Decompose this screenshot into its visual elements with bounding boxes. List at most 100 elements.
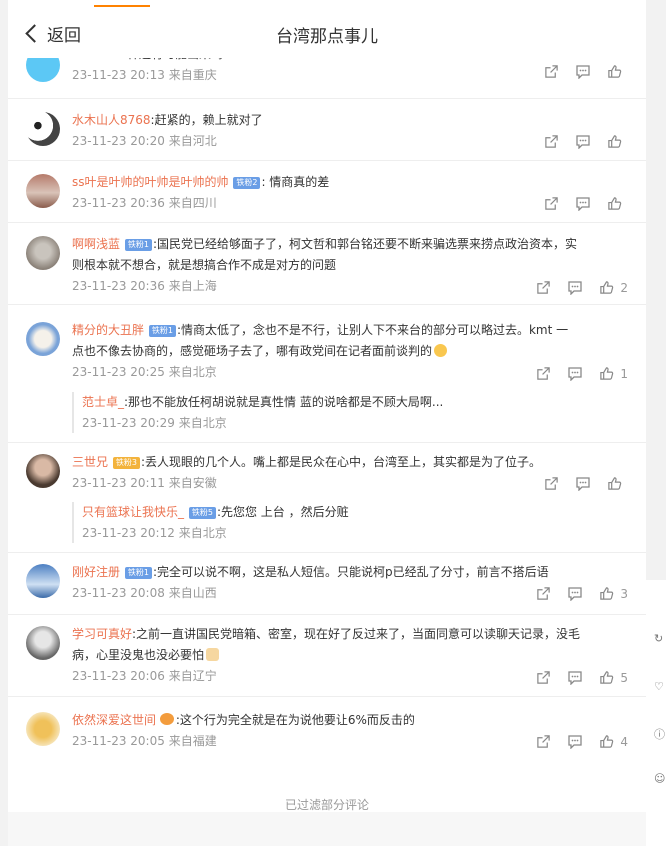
timestamp: 23-11-23 20:20 [72, 134, 165, 148]
username[interactable]: 刚好注册 [72, 565, 120, 579]
comment-content: :丢人现眼的几个人。嘴上都是民众在心中，台湾至上，其实都是为了位子。 [140, 455, 541, 469]
username[interactable]: 学习可真好 [72, 627, 132, 641]
username[interactable]: ss叶是叶帅的叶帅是叶帅的帅 [72, 175, 229, 189]
username[interactable]: 精分的大丑胖 [72, 323, 144, 337]
timestamp: 23-11-23 20:11 [72, 476, 165, 490]
avatar[interactable] [26, 236, 60, 270]
fan-badge: 铁粉1 [124, 239, 152, 251]
comment-button[interactable] [567, 586, 583, 601]
reply-item: 范士卓_:那也不能放任柯胡说就是真性情 蓝的说啥都是不顾大局啊... 23-11… [72, 392, 602, 433]
like-button[interactable] [607, 476, 628, 491]
comment-icon [576, 197, 590, 211]
location: 来自北京 [168, 365, 217, 379]
page-card: 返回 台湾那点事儿 Airiri518:韩还有可能出来吗 23-11-23 20… [8, 0, 646, 846]
avatar[interactable] [26, 454, 60, 488]
avatar[interactable] [26, 564, 60, 598]
reply-text: 只有篮球让我快乐_ 铁粉5:先您您 上台 ，然后分赃 [82, 502, 602, 523]
comment-button[interactable] [575, 64, 591, 79]
divider [8, 442, 646, 443]
share-button[interactable] [544, 64, 559, 79]
username[interactable]: 啊啊浅蓝 [72, 237, 120, 251]
share-button[interactable] [536, 586, 551, 601]
like-button[interactable]: 1 [599, 366, 628, 381]
like-icon [600, 671, 614, 684]
comment-icon [568, 281, 583, 295]
filtered-comments-note: 已过滤部分评论 [284, 798, 369, 812]
avatar[interactable] [26, 626, 60, 660]
share-icon [537, 281, 551, 294]
avatar[interactable] [26, 322, 60, 356]
reply-meta: 23-11-23 20:29 来自北京 [82, 413, 602, 433]
share-button[interactable] [544, 134, 559, 149]
share-icon [545, 65, 558, 78]
like-button[interactable]: 2 [599, 280, 628, 295]
like-button[interactable] [607, 134, 628, 149]
timestamp: 23-11-23 20:36 [72, 196, 165, 210]
divider [8, 222, 646, 223]
share-button[interactable] [544, 476, 559, 491]
like-count: 5 [620, 670, 628, 685]
like-button[interactable] [607, 64, 628, 79]
avatar[interactable] [26, 112, 60, 146]
like-button[interactable]: 3 [599, 586, 628, 601]
location: 来自重庆 [168, 68, 217, 82]
divider [8, 614, 646, 615]
comment-text: 水木山人8768:赶紧的，赖上就对了 [72, 110, 646, 131]
like-button[interactable]: 4 [599, 734, 628, 749]
location: 来自山西 [168, 586, 217, 600]
comment-button[interactable] [575, 476, 591, 491]
reply-username[interactable]: 只有篮球让我快乐_ [82, 505, 184, 519]
avatar[interactable] [26, 712, 60, 746]
like-icon [608, 197, 622, 210]
comment-button[interactable] [567, 366, 583, 381]
comment-text: 依然深爱这世间 :这个行为完全就是在为说他要让6%而反击的 [72, 710, 646, 731]
comment-icon [568, 735, 583, 749]
comment-text: 精分的大丑胖 铁粉1:情商太低了，念也不是不行，让别人下不来台的部分可以略过去。… [72, 320, 646, 362]
comment-item: 水木山人8768:赶紧的，赖上就对了 23-11-23 20:20 来自河北 [8, 110, 646, 166]
comment-item: 刚好注册 铁粉1:完全可以说不啊，这是私人短信。只能说柯p已经乱了分寸，前言不搭… [8, 562, 646, 618]
comment-text: 刚好注册 铁粉1:完全可以说不啊，这是私人短信。只能说柯p已经乱了分寸，前言不搭… [72, 562, 646, 583]
info-icon[interactable]: ⓘ [654, 726, 666, 741]
divider [8, 98, 646, 99]
comment-actions: 1 [520, 366, 628, 381]
username[interactable]: 依然深爱这世间 [72, 713, 156, 727]
share-button[interactable] [544, 196, 559, 211]
username[interactable]: 水木山人8768 [72, 113, 151, 127]
divider [8, 552, 646, 553]
avatar[interactable] [26, 174, 60, 208]
like-button[interactable] [607, 196, 628, 211]
comment-button[interactable] [567, 670, 583, 685]
comment-button[interactable] [567, 734, 583, 749]
timestamp: 23-11-23 20:08 [72, 586, 165, 600]
top-accent-bar [94, 5, 150, 7]
username[interactable]: 三世兄 [72, 455, 108, 469]
like-button[interactable]: 5 [599, 670, 628, 685]
comment-icon [568, 367, 583, 381]
comment-item: 精分的大丑胖 铁粉1:情商太低了，念也不是不行，让别人下不来台的部分可以略过去。… [8, 318, 646, 438]
comment-icon [576, 135, 590, 149]
user-icon[interactable]: ☺ [654, 772, 666, 785]
comment-button[interactable] [575, 196, 591, 211]
share-button[interactable] [536, 670, 551, 685]
comment-button[interactable] [567, 280, 583, 295]
comment-text: 学习可真好:之前一直讲国民党暗箱、密室，现在好了反过来了，当面同意可以读聊天记录… [72, 624, 646, 666]
fan-badge: 铁粉1 [148, 325, 176, 337]
reply-content: :先您您 上台 ，然后分赃 [216, 505, 349, 519]
comment-button[interactable] [575, 134, 591, 149]
comment-item: ss叶是叶帅的叶帅是叶帅的帅 铁粉2: 情商真的差 23-11-23 20:36… [8, 172, 646, 228]
fan-badge: 铁粉5 [188, 507, 216, 519]
like-icon [608, 135, 622, 148]
heart-icon[interactable]: ♡ [654, 680, 666, 693]
like-icon [600, 367, 614, 380]
reply-meta: 23-11-23 20:12 来自北京 [82, 523, 602, 543]
share-button[interactable] [536, 366, 551, 381]
comment-item: 依然深爱这世间 :这个行为完全就是在为说他要让6%而反击的 23-11-23 2… [8, 710, 646, 766]
comment-item: 啊啊浅蓝 铁粉1:国民党已经给够面子了，柯文哲和郭台铭还要不断来骗选票来捞点政治… [8, 234, 646, 310]
share-button[interactable] [536, 734, 551, 749]
share-button[interactable] [536, 280, 551, 295]
refresh-icon[interactable]: ↻ [654, 632, 666, 645]
comment-content: :国民党已经给够面子了，柯文哲和郭台铭还要不断来骗选票来捞点政治资本，实 [152, 237, 577, 251]
comment-icon [568, 587, 583, 601]
reply-username[interactable]: 范士卓_ [82, 395, 124, 409]
divider [8, 160, 646, 161]
